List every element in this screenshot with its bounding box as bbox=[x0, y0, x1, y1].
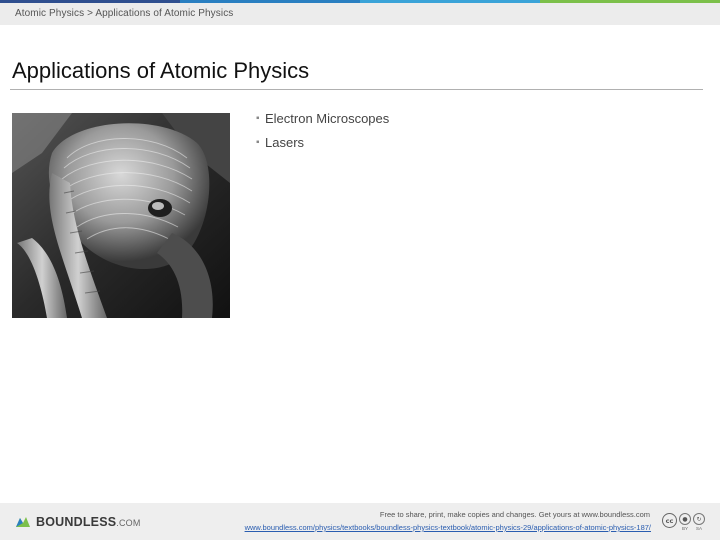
license-sa: ↻ SA bbox=[693, 513, 705, 531]
creative-commons-icon: cc bbox=[662, 513, 677, 528]
ant-micrograph-image bbox=[12, 113, 230, 318]
footer-bar: BOUNDLESS.COM Free to share, print, make… bbox=[0, 503, 720, 540]
bullet-list: ▪ Electron Microscopes ▪ Lasers bbox=[256, 111, 389, 159]
license-badge[interactable]: cc ● BY ↻ SA bbox=[662, 513, 705, 531]
page-title: Applications of Atomic Physics bbox=[12, 58, 310, 83]
logo-suffix: .COM bbox=[116, 518, 141, 528]
boundless-logo-icon bbox=[16, 517, 30, 527]
source-link[interactable]: www.boundless.com/physics/textbooks/boun… bbox=[245, 523, 651, 532]
attribution-icon: ● bbox=[679, 513, 691, 525]
breadcrumb[interactable]: Atomic Physics > Applications of Atomic … bbox=[15, 8, 233, 19]
list-item: ▪ Electron Microscopes bbox=[256, 111, 389, 135]
bullet-text: Lasers bbox=[265, 135, 305, 150]
license-by: ● BY bbox=[679, 513, 691, 531]
list-item: ▪ Lasers bbox=[256, 135, 389, 159]
license-sa-label: SA bbox=[695, 526, 702, 531]
share-notice: Free to share, print, make copies and ch… bbox=[379, 510, 650, 519]
logo-wordmark: BOUNDLESS.COM bbox=[36, 515, 141, 529]
title-divider bbox=[10, 89, 703, 90]
breadcrumb-bar: Atomic Physics > Applications of Atomic … bbox=[0, 3, 720, 25]
boundless-logo[interactable]: BOUNDLESS.COM bbox=[14, 515, 141, 529]
bullet-marker: ▪ bbox=[256, 137, 260, 148]
logo-name: BOUNDLESS bbox=[36, 515, 117, 529]
share-alike-icon: ↻ bbox=[693, 513, 705, 525]
bullet-marker: ▪ bbox=[256, 113, 260, 124]
bullet-text: Electron Microscopes bbox=[265, 111, 390, 126]
license-by-label: BY bbox=[681, 526, 688, 531]
